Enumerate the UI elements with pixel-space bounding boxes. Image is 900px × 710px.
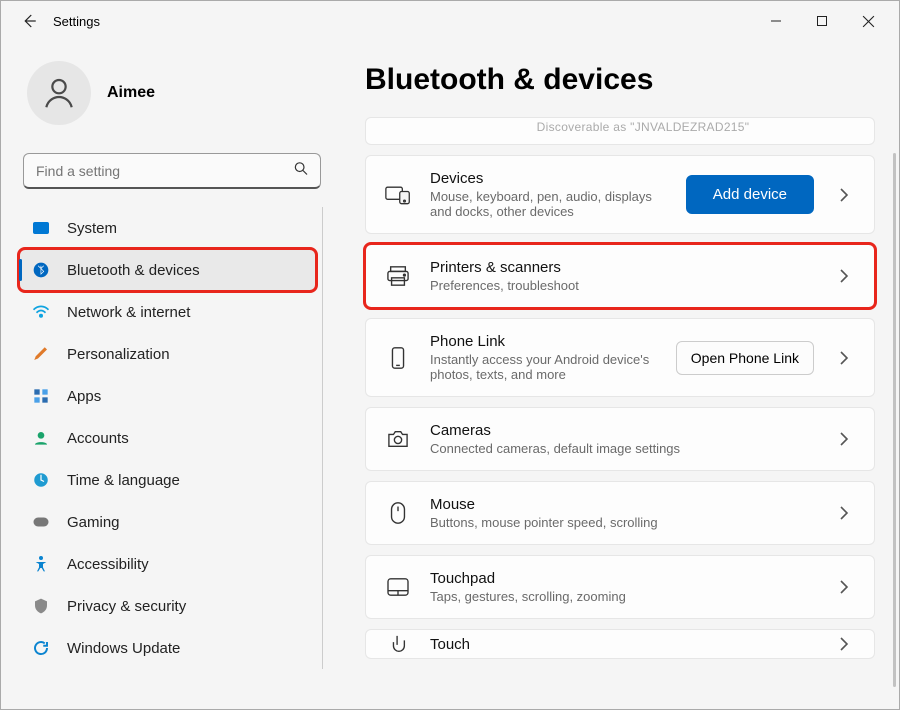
chevron-right-icon — [832, 187, 856, 203]
card-mouse[interactable]: Mouse Buttons, mouse pointer speed, scro… — [365, 481, 875, 545]
window-controls — [753, 6, 891, 36]
sidebar-item-label: Apps — [67, 388, 101, 405]
sidebar-item-apps[interactable]: Apps — [19, 375, 316, 417]
chevron-right-icon — [832, 431, 856, 447]
sidebar-item-label: Privacy & security — [67, 598, 186, 615]
card-title: Mouse — [430, 496, 814, 513]
sidebar-item-label: Windows Update — [67, 640, 180, 657]
card-printers-scanners[interactable]: Printers & scanners Preferences, trouble… — [365, 244, 875, 308]
sidebar-item-label: Gaming — [67, 514, 120, 531]
wifi-icon — [31, 305, 51, 319]
card-title: Touchpad — [430, 570, 814, 587]
chevron-right-icon — [832, 505, 856, 521]
sidebar-item-privacy-security[interactable]: Privacy & security — [19, 585, 316, 627]
titlebar: Settings — [1, 1, 899, 41]
close-icon — [862, 15, 875, 28]
accounts-icon — [31, 430, 51, 446]
card-devices[interactable]: Devices Mouse, keyboard, pen, audio, dis… — [365, 155, 875, 234]
card-cameras[interactable]: Cameras Connected cameras, default image… — [365, 407, 875, 471]
nav-list: System Bluetooth & devices Network & int… — [19, 207, 323, 669]
mouse-icon — [384, 501, 412, 525]
sidebar-item-label: Network & internet — [67, 304, 190, 321]
sidebar-item-label: System — [67, 220, 117, 237]
search-icon — [293, 161, 309, 182]
card-sub: Buttons, mouse pointer speed, scrolling — [430, 515, 814, 530]
update-icon — [31, 639, 51, 657]
user-icon — [40, 74, 78, 112]
sidebar-item-windows-update[interactable]: Windows Update — [19, 627, 316, 669]
paintbrush-icon — [31, 345, 51, 363]
sidebar-item-gaming[interactable]: Gaming — [19, 501, 316, 543]
minimize-button[interactable] — [753, 6, 799, 36]
back-arrow-icon — [20, 12, 38, 30]
sidebar-item-bluetooth-devices[interactable]: Bluetooth & devices — [19, 249, 316, 291]
maximize-button[interactable] — [799, 6, 845, 36]
open-phone-link-button[interactable]: Open Phone Link — [676, 341, 814, 375]
sidebar-item-label: Accounts — [67, 430, 129, 447]
app-title: Settings — [53, 14, 100, 29]
search-input[interactable] — [23, 153, 321, 189]
card-title: Printers & scanners — [430, 259, 814, 276]
card-sub: Preferences, troubleshoot — [430, 278, 814, 293]
card-discoverable-cutoff[interactable]: Discoverable as "JNVALDEZRAD215" — [365, 117, 875, 145]
sidebar-item-personalization[interactable]: Personalization — [19, 333, 316, 375]
sidebar-item-network[interactable]: Network & internet — [19, 291, 316, 333]
chevron-right-icon — [832, 350, 856, 366]
search-box — [23, 153, 321, 189]
gaming-icon — [31, 515, 51, 529]
settings-card-list: Discoverable as "JNVALDEZRAD215" Devices… — [365, 117, 875, 659]
shield-icon — [31, 597, 51, 615]
sidebar-item-accessibility[interactable]: Accessibility — [19, 543, 316, 585]
main-content: Bluetooth & devices Discoverable as "JNV… — [341, 41, 899, 709]
sidebar: Aimee System Bluetooth & devices — [1, 41, 341, 709]
card-title: Touch — [430, 636, 814, 653]
chevron-right-icon — [832, 636, 856, 652]
card-title: Phone Link — [430, 333, 658, 350]
sidebar-item-label: Time & language — [67, 472, 180, 489]
chevron-right-icon — [832, 579, 856, 595]
card-sub: Mouse, keyboard, pen, audio, displays an… — [430, 189, 668, 219]
devices-icon — [384, 184, 412, 206]
maximize-icon — [816, 15, 828, 27]
card-title: Cameras — [430, 422, 814, 439]
card-title: Devices — [430, 170, 668, 187]
bluetooth-icon — [31, 262, 51, 278]
touch-icon — [384, 633, 412, 655]
page-title: Bluetooth & devices — [365, 63, 875, 97]
printer-icon — [384, 265, 412, 287]
sidebar-item-accounts[interactable]: Accounts — [19, 417, 316, 459]
sidebar-item-label: Personalization — [67, 346, 170, 363]
chevron-right-icon — [832, 268, 856, 284]
minimize-icon — [770, 15, 782, 27]
clock-globe-icon — [31, 471, 51, 489]
apps-icon — [31, 388, 51, 404]
card-sub: Discoverable as "JNVALDEZRAD215" — [430, 120, 856, 134]
add-device-button[interactable]: Add device — [686, 175, 814, 214]
phone-icon — [384, 346, 412, 370]
card-sub: Instantly access your Android device's p… — [430, 352, 658, 382]
user-row[interactable]: Aimee — [19, 51, 329, 149]
sidebar-item-time-language[interactable]: Time & language — [19, 459, 316, 501]
accessibility-icon — [31, 555, 51, 573]
close-button[interactable] — [845, 6, 891, 36]
sidebar-item-label: Accessibility — [67, 556, 149, 573]
avatar — [27, 61, 91, 125]
camera-icon — [384, 429, 412, 449]
card-touch-cutoff[interactable]: Touch — [365, 629, 875, 659]
scrollbar[interactable] — [893, 153, 896, 687]
card-sub: Taps, gestures, scrolling, zooming — [430, 589, 814, 604]
system-icon — [31, 222, 51, 234]
sidebar-item-label: Bluetooth & devices — [67, 262, 200, 279]
sidebar-item-system[interactable]: System — [19, 207, 316, 249]
card-phone-link[interactable]: Phone Link Instantly access your Android… — [365, 318, 875, 397]
touchpad-icon — [384, 577, 412, 597]
card-sub: Connected cameras, default image setting… — [430, 441, 814, 456]
card-touchpad[interactable]: Touchpad Taps, gestures, scrolling, zoom… — [365, 555, 875, 619]
back-button[interactable] — [9, 1, 49, 41]
user-name: Aimee — [107, 84, 155, 102]
